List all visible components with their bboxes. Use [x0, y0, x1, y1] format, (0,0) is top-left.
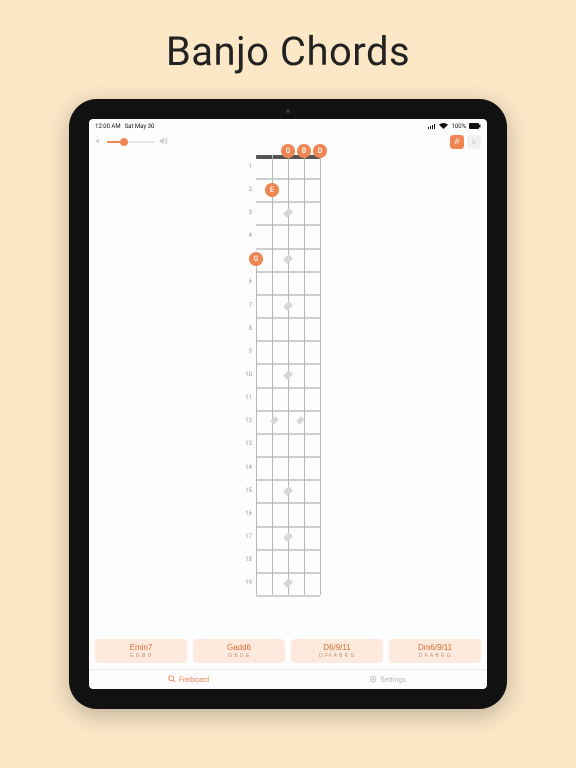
fret-number: 6	[249, 271, 252, 293]
note-marker[interactable]: D	[313, 144, 327, 158]
slider-thumb[interactable]	[120, 138, 128, 146]
chord-notes: G B D E	[193, 653, 285, 659]
string-line	[320, 155, 321, 595]
tab-label: Fretboard	[179, 676, 209, 684]
fret-inlay	[283, 486, 293, 496]
chord-row: Emin7E G B DGadd6G B D ED6/9/11D F# A B …	[89, 633, 487, 669]
tab-label: Settings	[380, 676, 406, 684]
chord-button[interactable]: Dm6/9/11D F A B E G	[389, 639, 481, 663]
gear-icon	[369, 675, 377, 685]
chord-notes: D F A B E G	[389, 653, 481, 659]
device-frame: 12:00 AM Sat May 30 100%	[69, 99, 507, 709]
fret-number: 10	[245, 364, 252, 386]
string-line	[304, 155, 305, 595]
volume-high-icon	[159, 137, 169, 147]
tab-bar: Fretboard Settings	[89, 669, 487, 689]
page-title: Banjo Chords	[0, 0, 576, 99]
chord-name: Dm6/9/11	[389, 643, 481, 652]
fret-inlay	[283, 578, 293, 588]
fret-inlay	[283, 370, 293, 380]
battery-icon	[469, 123, 481, 129]
chord-notes: D F# A B E G	[291, 653, 383, 659]
fret-number: 17	[245, 526, 252, 548]
fretboard[interactable]: GBDEG	[256, 155, 320, 595]
volume-low-icon	[95, 137, 103, 147]
string-line	[256, 257, 257, 595]
fret-inlay	[283, 254, 293, 264]
chord-notes: E G B D	[95, 653, 187, 659]
search-icon	[168, 675, 176, 685]
fret-number: 8	[249, 318, 252, 340]
volume-slider[interactable]	[107, 141, 155, 143]
screen: 12:00 AM Sat May 30 100%	[89, 119, 487, 689]
fret-number: 1	[249, 156, 252, 178]
fret-line	[256, 595, 320, 597]
volume-control[interactable]	[95, 137, 169, 147]
tab-fretboard[interactable]: Fretboard	[89, 670, 288, 689]
wifi-icon	[439, 123, 448, 129]
note-marker[interactable]: B	[297, 144, 311, 158]
chord-name: Gadd6	[193, 643, 285, 652]
chord-button[interactable]: D6/9/11D F# A B E G	[291, 639, 383, 663]
fret-number: 15	[245, 480, 252, 502]
fret-inlay	[283, 532, 293, 542]
sharp-button[interactable]: #	[450, 135, 464, 149]
fret-number: 11	[245, 387, 252, 409]
fret-number: 16	[245, 503, 252, 525]
note-marker[interactable]: G	[249, 252, 263, 266]
fret-number: 19	[245, 572, 252, 594]
status-date: Sat May 30	[125, 123, 155, 130]
fret-number: 4	[249, 225, 252, 247]
fret-number: 2	[249, 179, 252, 201]
signal-icon	[428, 123, 436, 129]
flat-button[interactable]: ♭	[467, 135, 481, 149]
string-line	[272, 155, 273, 595]
fret-number: 13	[245, 433, 252, 455]
chord-name: D6/9/11	[291, 643, 383, 652]
status-battery: 100%	[451, 123, 466, 130]
tab-settings[interactable]: Settings	[288, 670, 487, 689]
chord-button[interactable]: Gadd6G B D E	[193, 639, 285, 663]
fret-number: 7	[249, 295, 252, 317]
chord-button[interactable]: Emin7E G B D	[95, 639, 187, 663]
fret-number: 14	[245, 457, 252, 479]
chord-name: Emin7	[95, 643, 187, 652]
fret-inlay	[283, 208, 293, 218]
fret-number: 18	[245, 549, 252, 571]
fret-number: 9	[249, 341, 252, 363]
status-time: 12:00 AM	[95, 123, 121, 130]
fret-number: 3	[249, 202, 252, 224]
note-marker[interactable]: G	[281, 144, 295, 158]
fret-inlay	[283, 301, 293, 311]
note-marker[interactable]: E	[265, 183, 279, 197]
fret-number: 12	[245, 410, 252, 432]
status-bar: 12:00 AM Sat May 30 100%	[89, 119, 487, 133]
fretboard-area: 12345678910111213141516171819 GBDEG	[89, 151, 487, 633]
